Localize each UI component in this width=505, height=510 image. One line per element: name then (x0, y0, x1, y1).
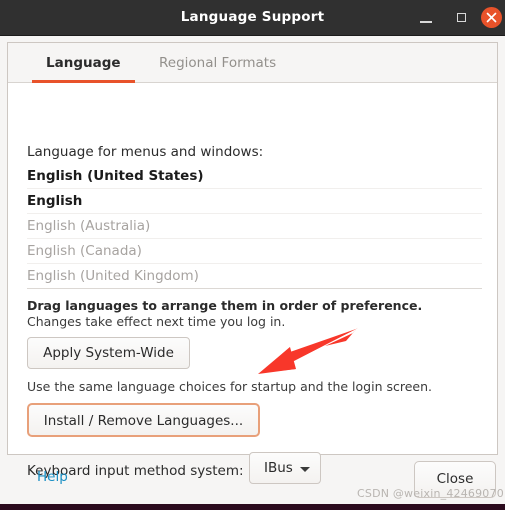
list-item[interactable]: English (Australia) (27, 214, 482, 239)
list-item[interactable]: English (27, 189, 482, 214)
tab-strip: Language Regional Formats (8, 43, 497, 83)
watermark-text: CSDN @weixin_42469070 (357, 487, 504, 500)
keyboard-input-method-select[interactable]: IBus (249, 452, 321, 484)
change-hint-text: Changes take effect next time you log in… (27, 314, 286, 329)
same-choices-hint-text: Use the same language choices for startu… (27, 379, 432, 394)
notebook-panel: Language Regional Formats Language for m… (7, 42, 498, 484)
help-link[interactable]: Help (37, 469, 68, 485)
language-list[interactable]: English (United States) English English … (27, 164, 482, 289)
list-item[interactable]: English (United Kingdom) (27, 264, 482, 289)
drag-hint-text: Drag languages to arrange them in order … (27, 298, 423, 313)
install-remove-languages-button[interactable]: Install / Remove Languages... (27, 403, 260, 437)
language-support-window: Language Support Language Regional Forma… (0, 0, 505, 510)
maximize-icon[interactable] (452, 8, 472, 28)
tab-regional-formats[interactable]: Regional Formats (145, 43, 290, 83)
apply-system-wide-button[interactable]: Apply System-Wide (27, 337, 190, 369)
language-tab-page: Language for menus and windows: English … (8, 83, 497, 484)
list-item[interactable]: English (Canada) (27, 239, 482, 264)
close-icon[interactable] (481, 7, 502, 28)
keyboard-input-method-value: IBus (264, 460, 293, 476)
titlebar: Language Support (0, 0, 505, 36)
tab-language[interactable]: Language (32, 43, 135, 83)
bottom-strip (0, 504, 505, 510)
chevron-down-icon (300, 467, 310, 472)
language-list-label: Language for menus and windows: (27, 144, 264, 160)
close-x-glyph (486, 12, 497, 23)
minimize-icon[interactable] (416, 8, 436, 28)
list-item[interactable]: English (United States) (27, 164, 482, 189)
